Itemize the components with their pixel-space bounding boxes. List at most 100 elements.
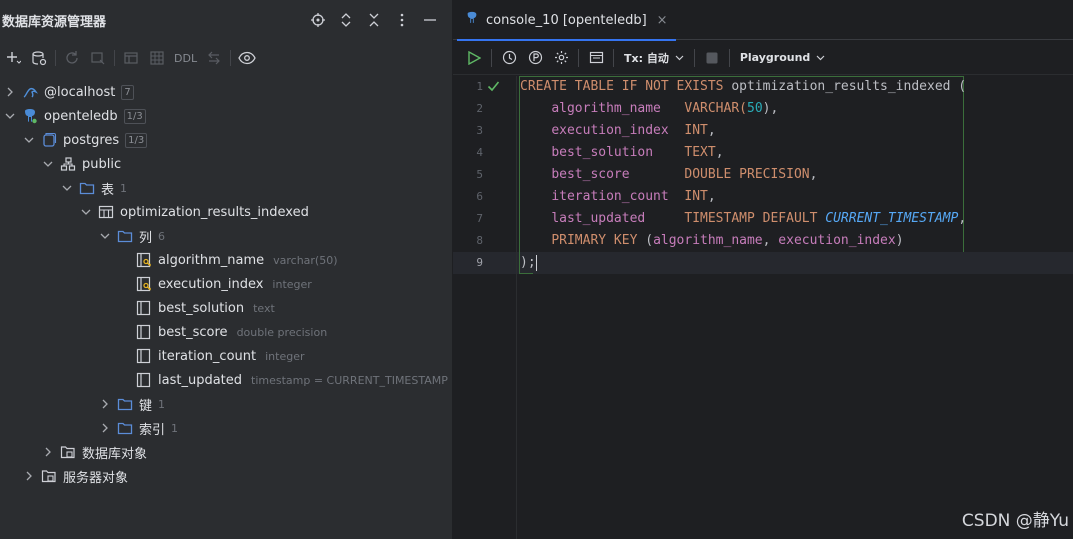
toolbar-separator xyxy=(114,50,115,66)
tree-node-label: last_updated xyxy=(158,372,243,388)
chevron-right-icon[interactable] xyxy=(42,446,54,458)
toolbar-separator xyxy=(578,48,579,67)
toolbar-separator xyxy=(55,50,56,66)
tree-node-server-objects[interactable]: 服务器对象 xyxy=(0,464,452,488)
execution-success-check-icon xyxy=(487,80,500,96)
locate-icon[interactable] xyxy=(310,10,326,30)
toolbar-separator xyxy=(613,48,614,67)
panel-title: 数据库资源管理器 xyxy=(2,14,107,30)
tree-node-column-iteration-count[interactable]: iteration_count integer xyxy=(0,344,452,368)
tree-node-tables[interactable]: 表 1 xyxy=(0,176,452,200)
tree-node-label: best_score xyxy=(158,324,228,340)
minimize-icon[interactable] xyxy=(422,10,438,30)
chevron-right-icon[interactable] xyxy=(4,86,16,98)
tree-node-table-optimization-results-indexed[interactable]: optimization_results_indexed xyxy=(0,200,452,224)
line-number: 7 xyxy=(476,212,483,225)
code-line: CREATE TABLE IF NOT EXISTS optimization_… xyxy=(520,79,967,94)
code-line: best_score DOUBLE PRECISION, xyxy=(551,167,818,182)
postgresql-elephant-icon xyxy=(22,108,38,124)
line-number: 8 xyxy=(476,234,483,247)
tree-node-openteledb[interactable]: openteledb 1/3 xyxy=(0,104,452,128)
tree-node-localhost[interactable]: @localhost 7 xyxy=(0,80,452,104)
server-objects-folder-icon xyxy=(41,468,57,484)
chevron-right-icon[interactable] xyxy=(99,398,111,410)
chevron-down-icon[interactable] xyxy=(42,158,54,170)
tree-node-badge: 7 xyxy=(121,84,134,100)
more-options-icon[interactable] xyxy=(394,10,410,30)
view-options-icon[interactable] xyxy=(234,46,260,70)
code-line: iteration_count INT, xyxy=(551,189,716,204)
collapse-all-icon[interactable] xyxy=(366,10,382,30)
chevron-right-icon[interactable] xyxy=(99,422,111,434)
database-objects-folder-icon xyxy=(60,444,76,460)
folder-icon xyxy=(117,228,133,244)
stop-icon[interactable] xyxy=(699,46,725,70)
tree-node-column-best-solution[interactable]: best_solution text xyxy=(0,296,452,320)
playground-dropdown[interactable]: Playground xyxy=(734,51,831,64)
tree-node-column-algorithm-name[interactable]: algorithm_name varchar(50) xyxy=(0,248,452,272)
compare-icon[interactable] xyxy=(201,46,227,70)
chevron-down-icon[interactable] xyxy=(23,134,35,146)
tree-node-column-best-score[interactable]: best_score double precision xyxy=(0,320,452,344)
chevron-down-icon[interactable] xyxy=(61,182,73,194)
tab-console-10[interactable]: console_10 [openteledb] × xyxy=(453,0,680,41)
table-icon[interactable] xyxy=(144,46,170,70)
tree-node-indexes[interactable]: 索引 1 xyxy=(0,416,452,440)
explorer-toolbar: DDL xyxy=(0,44,452,72)
tree-node-label: @localhost xyxy=(44,84,116,100)
tree-node-label: openteledb xyxy=(44,108,118,124)
tree-node-database-objects[interactable]: 数据库对象 xyxy=(0,440,452,464)
close-tab-icon[interactable]: × xyxy=(657,13,668,28)
editor-tab-bar: console_10 [openteledb] × xyxy=(453,0,1073,41)
database-explorer-panel: 数据库资源管理器 DDL @localhost 7 openteledb 1/3… xyxy=(0,0,452,539)
code-line: last_updated TIMESTAMP DEFAULT CURRENT_T… xyxy=(551,211,967,226)
tree-node-count: 1 xyxy=(171,421,179,435)
settings-gear-icon[interactable] xyxy=(548,46,574,70)
chevron-down-icon[interactable] xyxy=(99,230,111,242)
chevron-down-icon xyxy=(816,55,825,60)
sql-editor[interactable]: 1 2 3 4 5 6 7 8 9 CREATE TABLE IF NOT EX… xyxy=(453,76,1073,539)
tree-node-column-execution-index[interactable]: execution_index integer xyxy=(0,272,452,296)
code-line: best_solution TEXT, xyxy=(551,145,724,160)
column-type: double precision xyxy=(236,325,328,339)
chevron-down-icon xyxy=(675,55,684,60)
tree-node-column-last-updated[interactable]: last_updated timestamp = CURRENT_TIMESTA… xyxy=(0,368,452,392)
line-number: 5 xyxy=(476,168,483,181)
transaction-mode-label: Tx: 自动 xyxy=(624,51,669,65)
tree-node-postgres[interactable]: postgres 1/3 xyxy=(0,128,452,152)
tree-node-keys[interactable]: 键 1 xyxy=(0,392,452,416)
mysql-dolphin-icon xyxy=(22,84,38,100)
tree-node-count: 6 xyxy=(158,229,166,243)
primary-key-column-icon xyxy=(136,252,152,268)
expand-all-icon[interactable] xyxy=(338,10,354,30)
tree-node-label: 表 xyxy=(101,182,115,198)
chevron-down-icon[interactable] xyxy=(80,206,92,218)
explain-plan-icon[interactable] xyxy=(522,46,548,70)
refresh-icon[interactable] xyxy=(59,46,85,70)
output-panel-icon[interactable] xyxy=(583,46,609,70)
edit-data-icon[interactable] xyxy=(118,46,144,70)
add-icon[interactable] xyxy=(0,46,26,70)
tree-node-columns[interactable]: 列 6 xyxy=(0,224,452,248)
history-icon[interactable] xyxy=(496,46,522,70)
tree-node-public[interactable]: public xyxy=(0,152,452,176)
line-number: 3 xyxy=(476,124,483,137)
line-number: 1 xyxy=(476,80,483,93)
database-icon xyxy=(41,132,57,148)
execute-icon[interactable] xyxy=(461,46,487,70)
transaction-mode-dropdown[interactable]: Tx: 自动 xyxy=(618,50,690,66)
chevron-down-icon[interactable] xyxy=(4,110,16,122)
panel-header-actions xyxy=(310,10,438,30)
data-source-properties-icon[interactable] xyxy=(26,46,52,70)
tree-node-label: public xyxy=(82,156,122,172)
ddl-button[interactable]: DDL xyxy=(170,52,201,65)
line-number: 6 xyxy=(476,190,483,203)
folder-icon xyxy=(117,396,133,412)
toolbar-separator xyxy=(230,50,232,66)
chevron-right-icon[interactable] xyxy=(23,470,35,482)
folder-icon xyxy=(117,420,133,436)
disconnect-icon[interactable] xyxy=(85,46,111,70)
tree-node-label: iteration_count xyxy=(158,348,257,364)
primary-key-column-icon xyxy=(136,276,152,292)
line-number: 4 xyxy=(476,146,483,159)
